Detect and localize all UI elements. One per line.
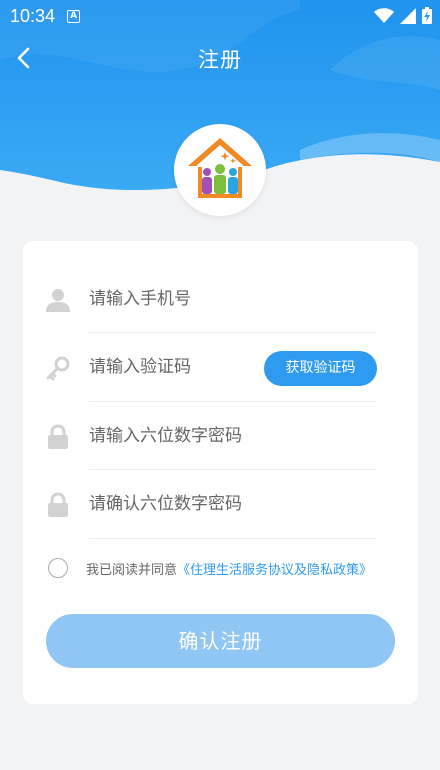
- page-title: 注册: [198, 48, 242, 72]
- lock-icon: [48, 492, 68, 517]
- status-icons: [374, 7, 432, 24]
- agreement-link[interactable]: 《住理生活服务协议及隐私政策》: [177, 559, 372, 578]
- app-logo: [174, 124, 266, 216]
- divider: [89, 538, 376, 539]
- phone-row: [23, 265, 418, 333]
- agreement-text: 我已阅读并同意: [86, 562, 178, 578]
- signal-icon: [400, 7, 416, 24]
- key-icon: [46, 356, 70, 381]
- house-family-logo-icon: [188, 138, 252, 198]
- user-icon: [46, 289, 70, 312]
- agreement-row: 我已阅读并同意 《住理生活服务协议及隐私政策》: [48, 557, 372, 579]
- wifi-icon: [374, 7, 394, 23]
- agreement-checkbox[interactable]: [48, 558, 68, 578]
- battery-icon: [422, 7, 432, 24]
- submit-button[interactable]: 确认注册: [46, 614, 395, 668]
- a-letter-icon: A: [67, 9, 81, 23]
- status-time: 10:34: [10, 5, 56, 26]
- lock-icon: [48, 424, 68, 449]
- verification-code-input[interactable]: [89, 353, 269, 381]
- password-input[interactable]: [89, 422, 269, 450]
- nav-bar: 注册: [0, 38, 440, 78]
- phone-input[interactable]: [89, 285, 269, 313]
- password-row: [23, 402, 418, 470]
- register-form-card: 获取验证码 我已阅读并同意 《住理生活服务协议及隐私政策》 确认注册: [23, 241, 418, 704]
- confirm-password-input[interactable]: [89, 490, 269, 518]
- status-bar: 10:34 A: [0, 0, 440, 32]
- get-code-button[interactable]: 获取验证码: [264, 351, 377, 386]
- confirm-password-row: [23, 470, 418, 538]
